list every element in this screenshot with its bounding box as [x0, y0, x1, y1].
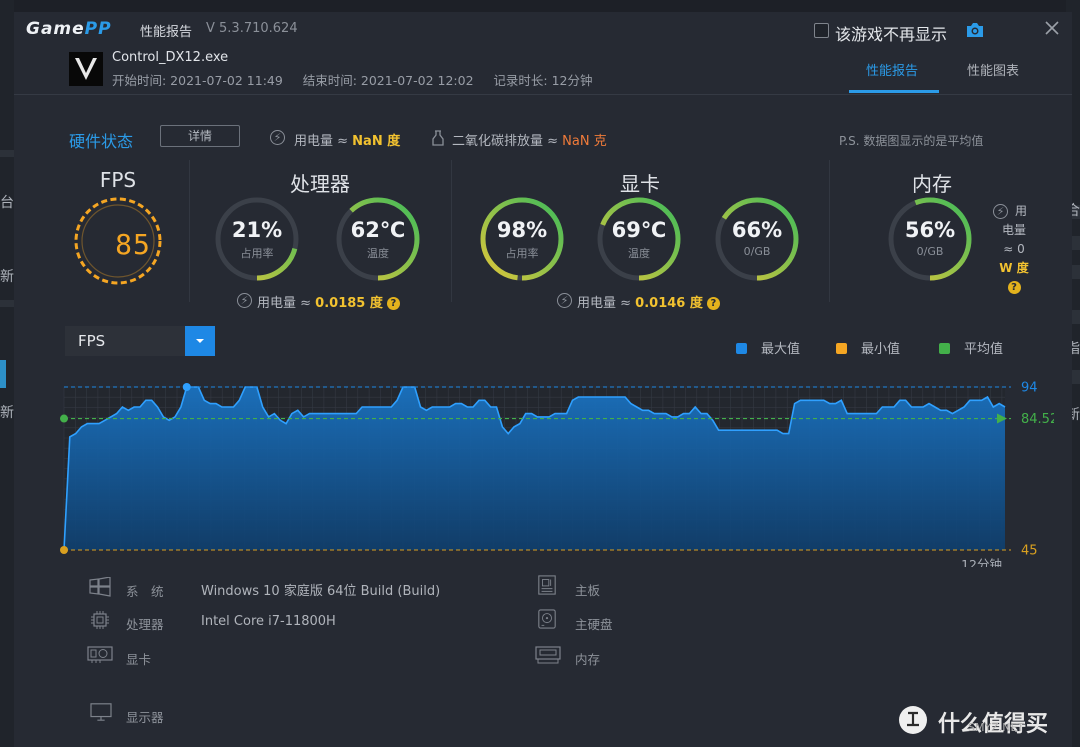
min-label: 45 [1021, 544, 1038, 559]
memory-usage-value: 56% [904, 218, 956, 242]
hardware-status-title: 硬件状态 [69, 132, 134, 151]
hard-disk-key: 主硬盘 [575, 617, 613, 632]
metric-select[interactable]: FPS [65, 326, 215, 356]
cpu-usage-label: 占用率 [240, 247, 274, 260]
min-marker [60, 546, 68, 554]
fps-value: 85 [115, 228, 151, 261]
gpu-usage-label: 占用率 [505, 247, 539, 260]
legend-avg: 平均值 [939, 338, 1003, 357]
max-marker [182, 383, 191, 391]
watermark-logo [899, 706, 927, 734]
cpu-icon [91, 611, 109, 629]
window-title: 性能报告 [140, 25, 193, 40]
active-tab-underline [849, 90, 939, 93]
divider [829, 160, 830, 302]
tab-performance-chart[interactable]: 性能图表 [967, 60, 1019, 79]
tab-performance-report[interactable]: 性能报告 [866, 60, 918, 79]
bg-text: 台 [0, 195, 14, 211]
memory-usage-label: 0/GB [916, 245, 944, 258]
title-bar[interactable]: GamePP 性能报告 V 5.3.710.624 该游戏不再显示 [14, 12, 1072, 48]
total-power: 用电量 ≈ NaN 度 [294, 134, 401, 149]
close-icon[interactable] [1042, 18, 1062, 38]
motherboard-key: 主板 [575, 583, 601, 598]
exe-name: Control_DX12.exe [112, 50, 229, 65]
cpu-temp-gauge: 62℃ 温度 [335, 196, 421, 282]
hard-disk-icon [538, 609, 556, 629]
help-icon[interactable]: ? [386, 297, 400, 310]
monitor-icon [90, 703, 112, 721]
windows-icon [89, 577, 111, 597]
avg-marker [60, 414, 68, 423]
gpu-temp-gauge: 69℃ 温度 [596, 196, 682, 282]
os-value: Windows 10 家庭版 64位 Build (Build) [201, 584, 441, 599]
x-end-label: 12分钟 [961, 557, 1002, 567]
fps-title: FPS [99, 168, 137, 192]
details-button[interactable]: 详情 [160, 125, 240, 147]
performance-report-window: GamePP 性能报告 V 5.3.710.624 该游戏不再显示 Contro… [14, 12, 1072, 747]
version-label: V 5.3.710.624 [206, 21, 298, 36]
memory-key: 内存 [575, 652, 601, 667]
metric-select-button[interactable] [185, 326, 215, 356]
os-key: 系 统 [126, 584, 164, 599]
gpu-vram-label: 0/GB [743, 245, 771, 258]
power-icon: ⚡ [237, 293, 252, 308]
average-note: P.S. 数据图显示的是平均值 [839, 134, 984, 148]
co2-emission: 二氧化碳排放量 ≈ NaN 克 [452, 134, 607, 149]
metric-select-value: FPS [78, 332, 106, 350]
memory-usage-gauge: 56% 0/GB [887, 196, 973, 282]
monitor-key: 显示器 [126, 710, 164, 725]
cpu-power: 用电量 ≈ 0.0185 度? [257, 292, 400, 311]
dont-show-checkbox[interactable] [814, 23, 829, 38]
chevron-down-icon [196, 339, 204, 343]
gpu-vram-gauge: 66% 0/GB [714, 196, 800, 282]
avg-label: 84.52 [1021, 412, 1054, 427]
cpu-usage-value: 21% [231, 218, 283, 242]
gamepp-logo: GamePP [26, 19, 112, 39]
control-game-icon [69, 52, 103, 86]
max-label: 94 [1021, 381, 1038, 396]
gpu-temp-value: 69℃ [611, 218, 667, 242]
cpu-key: 处理器 [126, 617, 164, 632]
background-app-left: 台 新 新 [0, 0, 14, 747]
gpu-usage-gauge: 98% 占用率 [479, 196, 565, 282]
gpu-title: 显卡 [620, 172, 660, 196]
bg-text: 新 [0, 269, 14, 285]
screen: 台 新 新 合 指 新 GamePP 性能报告 V 5.3.710.624 该游… [0, 0, 1080, 747]
gpu-key: 显卡 [126, 652, 152, 667]
fps-chart: 94 84.52 45 12分钟 [60, 381, 1054, 567]
cpu-usage-gauge: 21% 占用率 [214, 196, 300, 282]
cpu-temp-label: 温度 [367, 247, 389, 260]
camera-icon[interactable] [965, 22, 985, 38]
session-times: 开始时间: 2021-07-02 11:49 结束时间: 2021-07-02 … [112, 73, 593, 88]
legend-max: 最大值 [736, 338, 800, 357]
gpu-vram-value: 66% [731, 218, 783, 242]
motherboard-icon [538, 575, 556, 595]
memory-power: 用 电量 ≈ 0 W 度 ? [999, 204, 1029, 294]
dont-show-label[interactable]: 该游戏不再显示 [835, 21, 947, 45]
gpu-usage-value: 98% [496, 218, 548, 242]
bg-selection [0, 360, 6, 388]
divider [451, 160, 452, 302]
gpu-power: 用电量 ≈ 0.0146 度? [577, 292, 720, 311]
cpu-value: Intel Core i7-11800H [201, 614, 336, 629]
watermark-sub: SMYZ.NET [968, 721, 1025, 734]
power-icon: ⚡ [270, 130, 285, 145]
divider [189, 160, 190, 302]
help-icon[interactable]: ? [1007, 281, 1021, 294]
bg-text: 新 [0, 405, 14, 421]
co2-icon [432, 130, 444, 146]
memory-icon [535, 646, 561, 664]
power-icon: ⚡ [557, 293, 572, 308]
gpu-icon [87, 646, 113, 663]
session-header: Control_DX12.exe 开始时间: 2021-07-02 11:49 … [14, 48, 1072, 95]
cpu-title: 处理器 [290, 172, 350, 196]
cpu-temp-value: 62℃ [350, 218, 406, 242]
gpu-temp-label: 温度 [628, 247, 650, 260]
help-icon[interactable]: ? [706, 297, 720, 310]
memory-title: 内存 [912, 172, 952, 196]
legend-min: 最小值 [836, 338, 900, 357]
